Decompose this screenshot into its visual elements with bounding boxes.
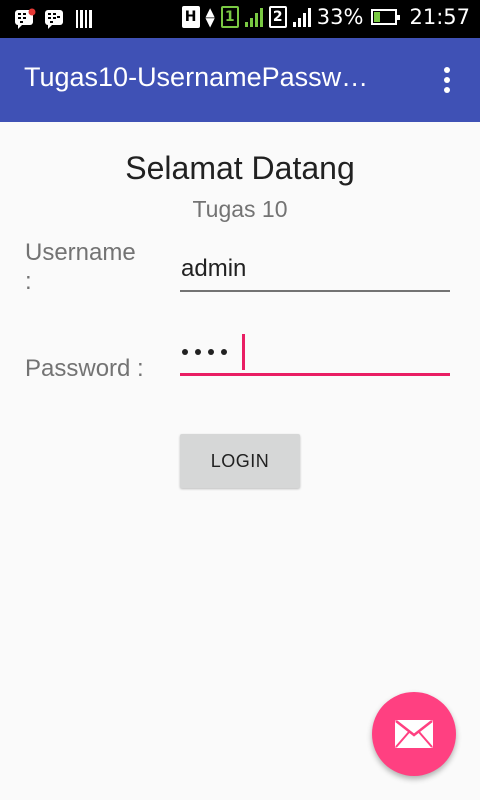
text-cursor bbox=[242, 334, 245, 370]
bbm-notification-icon bbox=[15, 8, 36, 29]
data-arrows-icon: ▲ ▼ bbox=[205, 5, 215, 29]
username-field[interactable]: admin bbox=[180, 252, 450, 292]
barcode-icon bbox=[76, 10, 92, 28]
network-type-icon: H bbox=[181, 6, 200, 28]
page-title: Selamat Datang bbox=[125, 150, 355, 186]
app-bar: Tugas10-UsernamePassw… bbox=[0, 38, 480, 122]
status-bar: H ▲ ▼ 1 2 33% 21:57 bbox=[0, 0, 480, 38]
password-field[interactable] bbox=[180, 334, 450, 376]
sim2-icon: 2 bbox=[268, 6, 287, 28]
app-title: Tugas10-UsernamePassw… bbox=[24, 62, 369, 92]
login-button[interactable]: LOGIN bbox=[180, 434, 300, 488]
signal-icon bbox=[244, 7, 263, 27]
password-label: Password : bbox=[25, 355, 144, 382]
username-label: Username : bbox=[25, 239, 136, 295]
email-fab-button[interactable] bbox=[372, 692, 456, 776]
battery-percent: 33% bbox=[316, 5, 364, 29]
signal-icon-2 bbox=[292, 7, 311, 27]
bbm-icon bbox=[45, 10, 63, 29]
email-icon bbox=[395, 720, 433, 748]
battery-charging-icon bbox=[371, 9, 401, 25]
more-vert-icon[interactable] bbox=[432, 62, 462, 98]
clock: 21:57 bbox=[409, 5, 470, 29]
password-mask bbox=[182, 349, 227, 355]
page-subtitle: Tugas 10 bbox=[192, 196, 288, 222]
sim1-icon: 1 bbox=[220, 6, 239, 28]
